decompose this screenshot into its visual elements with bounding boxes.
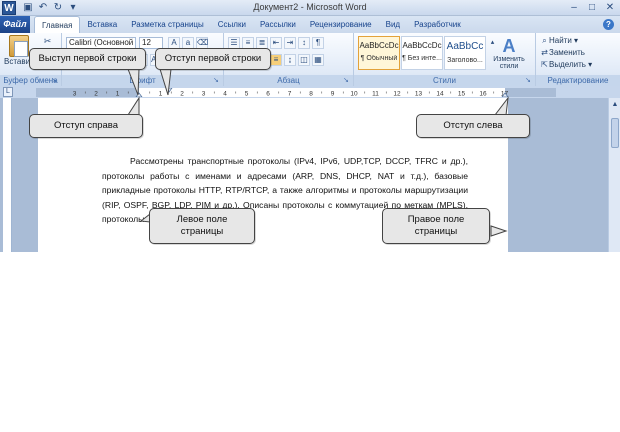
ribbon-tabs: Файл Главная Вставка Разметка страницы С… [0,16,620,33]
dialog-launcher-icon[interactable]: ↘ [525,77,533,85]
ruler-number: 3 [202,91,206,98]
title-bar: W ▣ ↶ ↻ ▾ Документ2 - Microsoft Word – □… [0,0,620,16]
ruler-number: 1 [116,91,120,98]
style-no-spacing[interactable]: AaBbCcDc ¶ Без инте... [401,36,443,70]
group-label-font: Шрифт [62,75,223,86]
select-button[interactable]: ⇱Выделить ▾ [540,60,592,69]
ruler-number: 8 [309,91,313,98]
horizontal-ruler[interactable]: 3211234567891011121314151617 [36,88,556,97]
callout-first-line-indent: Отступ первой строки [155,48,271,70]
replace-label: Заменить [549,48,585,57]
style-heading[interactable]: AaBbCc Заголово... [444,36,486,70]
select-label: Выделить [549,60,586,69]
increase-indent-icon[interactable]: ⇥ [284,37,296,49]
style-normal[interactable]: AaBbCcDc ¶ Обычный [358,36,400,70]
select-icon: ⇱ [541,60,548,69]
dialog-launcher-icon[interactable]: ↘ [51,77,59,85]
callout-first-line-outdent: Выступ первой строки [29,48,146,70]
maximize-button[interactable]: □ [586,2,598,14]
replace-icon: ⇄ [541,48,548,57]
ruler-number: 2 [180,91,184,98]
ruler-number: 9 [331,91,335,98]
borders-icon[interactable]: ▦ [312,54,324,66]
minimize-button[interactable]: – [568,2,580,14]
scroll-up-icon[interactable]: ▲ [610,100,620,110]
group-label-styles: Стили [354,75,535,86]
style-name: ¶ Обычный [360,55,398,62]
ruler-number: 15 [458,91,466,98]
scroll-thumb[interactable] [611,118,619,148]
dialog-launcher-icon[interactable]: ↘ [343,77,351,85]
sort-icon[interactable]: ↕ [298,37,310,49]
vertical-ruler[interactable] [3,98,12,252]
pilcrow-icon[interactable]: ¶ [312,37,324,49]
group-label-editing: Редактирование [536,75,620,86]
callout-left-indent: Отступ слева [416,114,530,138]
style-sample: AaBbCcDc [359,41,399,50]
tab-home[interactable]: Главная [34,16,81,33]
first-line-indent-marker[interactable] [165,88,173,93]
callout-left-margin: Левое поле страницы [149,208,255,244]
ruler-number: 13 [415,91,423,98]
vertical-scrollbar[interactable]: ▲ [608,98,620,252]
binoculars-icon: ⌕ [542,36,547,45]
shading-icon[interactable]: ◫ [298,54,310,66]
change-styles-button[interactable]: A Изменить стили [490,36,528,70]
change-styles-icon: A [502,36,516,56]
clipboard-icon [9,35,29,57]
help-icon[interactable]: ? [603,19,614,30]
ruler-number: 16 [479,91,487,98]
style-name: ¶ Без инте... [402,55,442,62]
ruler-number: 14 [436,91,444,98]
tab-insert[interactable]: Вставка [80,16,124,33]
horizontal-ruler-bar: L 3211234567891011121314151617 [0,86,620,98]
tab-references[interactable]: Ссылки [211,16,253,33]
tab-selector[interactable]: L [3,87,13,97]
tab-developer[interactable]: Разработчик [407,16,468,33]
decrease-indent-icon[interactable]: ⇤ [270,37,282,49]
style-name: Заголово... [447,57,483,64]
ruler-number: 1 [159,91,163,98]
callout-right-indent: Отступ справа [29,114,143,138]
ruler-number: 10 [350,91,358,98]
ruler-number: 4 [223,91,227,98]
callout-right-margin: Правое поле страницы [382,208,490,244]
ruler-number: 2 [94,91,98,98]
ruler-number: 12 [393,91,401,98]
ruler-number: 3 [73,91,77,98]
group-editing: ⌕ Найти ▾ ⇄Заменить ⇱Выделить ▾ Редактиро… [536,33,620,86]
hanging-indent-marker[interactable] [135,92,143,97]
ruler-number: 5 [245,91,249,98]
dialog-launcher-icon[interactable]: ↘ [213,77,221,85]
close-button[interactable]: ✕ [604,2,616,14]
tab-view[interactable]: Вид [379,16,407,33]
window-controls: – □ ✕ [568,2,616,14]
find-button[interactable]: ⌕ Найти ▾ [540,36,578,46]
tab-review[interactable]: Рецензирование [303,16,379,33]
file-button[interactable]: Файл [0,16,30,33]
ruler-number: 7 [288,91,292,98]
justify-icon[interactable]: ≡ [270,54,282,66]
ruler-number: 11 [372,91,379,98]
style-sample: AaBbCcDc [402,41,442,50]
cut-icon[interactable]: ✂ [42,36,53,47]
line-spacing-icon[interactable]: ↨ [284,54,296,66]
change-styles-label: Изменить стили [493,56,525,70]
group-label-paragraph: Абзац [224,75,353,86]
style-sample: AaBbCc [446,41,484,52]
tab-page-layout[interactable]: Разметка страницы [124,16,211,33]
replace-button[interactable]: ⇄Заменить [540,48,585,57]
find-label: Найти [549,36,572,45]
window-title: Документ2 - Microsoft Word [253,2,367,12]
ruler-number: 6 [266,91,270,98]
tab-mailings[interactable]: Рассылки [253,16,303,33]
group-styles: AaBbCcDc ¶ Обычный AaBbCcDc ¶ Без инте..… [354,33,536,86]
